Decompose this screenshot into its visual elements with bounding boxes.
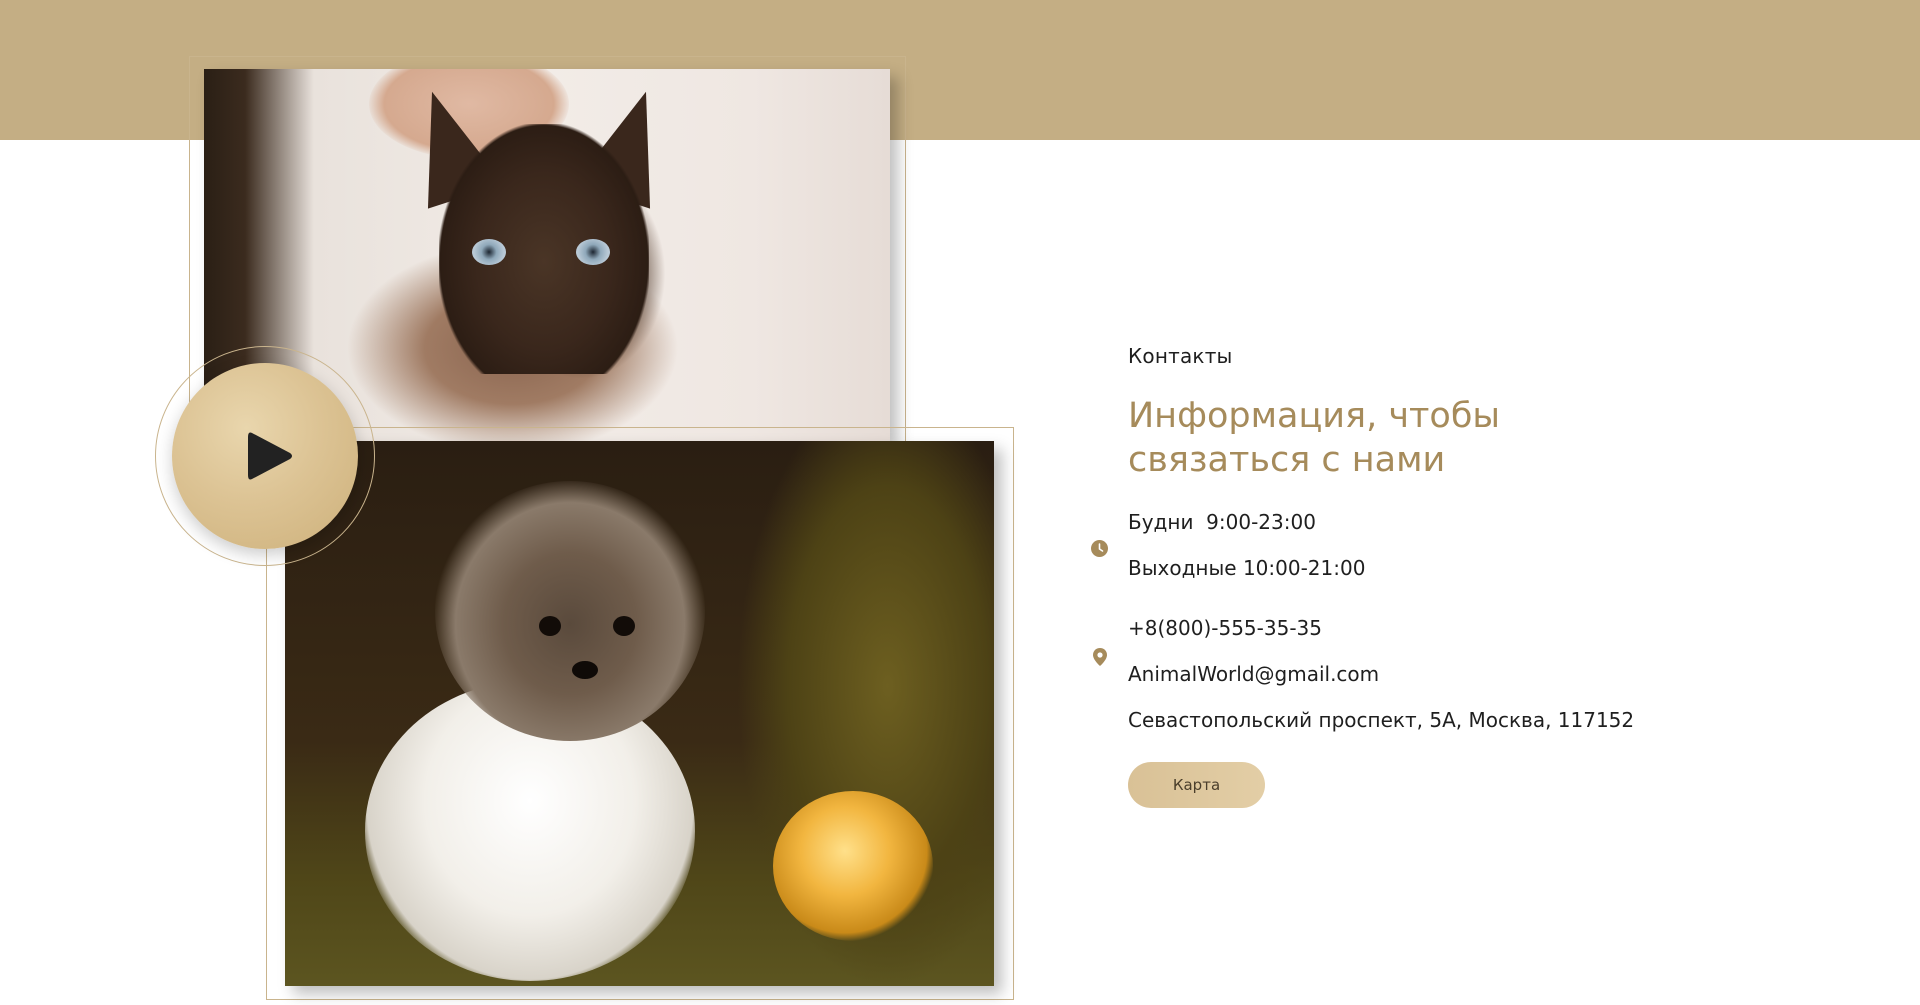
hours-weekdays: Будни 9:00-23:00 xyxy=(1128,510,1316,534)
dog-eye-left xyxy=(539,616,561,636)
gold-ornament xyxy=(773,791,933,941)
play-icon xyxy=(248,432,292,480)
hours-weekend: Выходные 10:00-21:00 xyxy=(1128,556,1366,580)
dog-eye-right xyxy=(613,616,635,636)
clock-icon xyxy=(1091,540,1108,557)
dog-photo xyxy=(285,441,994,986)
dog-nose xyxy=(572,661,598,679)
section-title: Информация, чтобы связаться с нами xyxy=(1128,396,1501,480)
cat-eye-right xyxy=(576,239,610,265)
cat-head xyxy=(439,124,649,374)
section-label: Контакты xyxy=(1128,344,1233,368)
play-video-button[interactable] xyxy=(172,363,358,549)
cat-eye-left xyxy=(472,239,506,265)
phone-link[interactable]: +8(800)-555-35-35 xyxy=(1128,616,1322,640)
contacts-section: Контакты Информация, чтобы связаться с н… xyxy=(0,0,1920,1005)
email-link[interactable]: AnimalWorld@gmail.com xyxy=(1128,662,1379,686)
location-pin-icon xyxy=(1093,648,1107,666)
map-button[interactable]: Карта xyxy=(1128,762,1265,808)
address-text: Севастопольский проспект, 5А, Москва, 11… xyxy=(1128,708,1635,732)
dog-head xyxy=(435,481,705,741)
